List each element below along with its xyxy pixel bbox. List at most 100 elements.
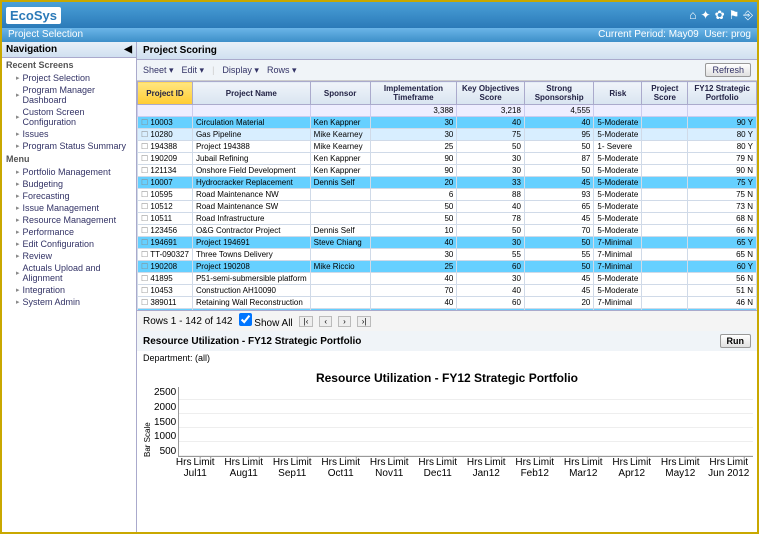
- column-header[interactable]: FY12 Strategic Portfolio: [688, 82, 757, 105]
- table-row[interactable]: 190209Jubail RefiningKen Kappner9030875-…: [138, 153, 757, 165]
- y-axis-label: Bar Scale: [141, 387, 154, 457]
- recent-list: Project SelectionProgram Manager Dashboa…: [2, 72, 136, 152]
- table-row[interactable]: 10007Hydrocracker ReplacementDennis Self…: [138, 177, 757, 189]
- app-header: EcoSys ⌂ ✦ ✿ ⚑ ⎆: [2, 2, 757, 28]
- pager-next[interactable]: ›: [338, 316, 351, 327]
- gear-icon[interactable]: ✿: [715, 8, 725, 23]
- show-all-checkbox[interactable]: Show All: [239, 313, 293, 329]
- column-header[interactable]: Strong Sponsorship: [524, 82, 593, 105]
- recent-screens-label: Recent Screens: [2, 58, 136, 72]
- app-subheader: Project Selection Current Period: May09 …: [2, 28, 757, 42]
- x-axis-labels: HrsLimitJul11HrsLimitAug11HrsLimitSep11H…: [141, 457, 753, 479]
- grid-toolbar: Sheet ▾ Edit ▾ | Display ▾ Rows ▾ Refres…: [137, 60, 757, 81]
- table-row[interactable]: 123456O&G Contractor ProjectDennis Self1…: [138, 225, 757, 237]
- chevron-left-icon[interactable]: ◀: [124, 44, 132, 55]
- pager-last[interactable]: ›|: [357, 316, 372, 327]
- id-cell: 10453: [138, 285, 193, 297]
- table-row[interactable]: 389011Retaining Wall Reconstruction40602…: [138, 297, 757, 309]
- id-cell: 389011: [138, 297, 193, 309]
- util-header: Resource Utilization - FY12 Strategic Po…: [137, 331, 757, 351]
- y-axis-ticks: 2500200015001000500: [154, 387, 178, 457]
- close-icon[interactable]: ⎆: [743, 8, 753, 23]
- table-row[interactable]: 10003Circulation MaterialKen Kappner3040…: [138, 117, 757, 129]
- id-cell: 10512: [138, 201, 193, 213]
- id-cell: 194388: [138, 141, 193, 153]
- nav-item[interactable]: Actuals Upload and Alignment: [2, 262, 136, 284]
- pager-first[interactable]: |‹: [299, 316, 314, 327]
- current-period: Current Period: May09: [598, 29, 699, 40]
- help-icon[interactable]: ⚑: [729, 8, 740, 23]
- table-row[interactable]: 190208Project 190208Mike Riccio2560507-M…: [138, 261, 757, 273]
- nav-item[interactable]: Review: [2, 250, 136, 262]
- table-row[interactable]: 10595Road Maintenance NW688935-Moderate7…: [138, 189, 757, 201]
- nav-item[interactable]: Custom Screen Configuration: [2, 106, 136, 128]
- nav-item[interactable]: Resource Management: [2, 214, 136, 226]
- column-header[interactable]: Sponsor: [310, 82, 370, 105]
- header-icons: ⌂ ✦ ✿ ⚑ ⎆: [689, 8, 753, 23]
- id-cell: 123456: [138, 225, 193, 237]
- column-header[interactable]: Implementation Timeframe: [370, 82, 457, 105]
- refresh-button[interactable]: Refresh: [705, 63, 751, 77]
- chart-bars: [178, 387, 753, 457]
- sheet-menu[interactable]: Sheet ▾: [143, 65, 174, 76]
- table-row[interactable]: 121134Onshore Field DevelopmentKen Kappn…: [138, 165, 757, 177]
- nav-item[interactable]: Performance: [2, 226, 136, 238]
- id-cell: 10007: [138, 177, 193, 189]
- column-header[interactable]: Risk: [594, 82, 642, 105]
- id-cell: 194691: [138, 237, 193, 249]
- id-cell: 10003: [138, 117, 193, 129]
- table-row[interactable]: 194388Project 194388Mike Kearney2550501-…: [138, 141, 757, 153]
- column-header[interactable]: Project Name: [192, 82, 310, 105]
- nav-item[interactable]: Forecasting: [2, 190, 136, 202]
- resource-chart: Resource Utilization - FY12 Strategic Po…: [137, 365, 757, 532]
- project-grid[interactable]: Project IDProject NameSponsorImplementat…: [137, 81, 757, 311]
- nav-item[interactable]: Issue Management: [2, 202, 136, 214]
- run-button[interactable]: Run: [720, 334, 752, 348]
- column-header[interactable]: Key Objectives Score: [457, 82, 525, 105]
- tools-icon[interactable]: ✦: [701, 8, 711, 23]
- subtitle: Project Selection: [8, 29, 83, 41]
- panel-title: Project Scoring: [137, 42, 757, 60]
- id-cell: 10511: [138, 213, 193, 225]
- pager-prev[interactable]: ‹: [319, 316, 332, 327]
- nav-item[interactable]: Project Selection: [2, 72, 136, 84]
- column-headers: Project IDProject NameSponsorImplementat…: [138, 82, 757, 105]
- nav-item[interactable]: System Admin: [2, 296, 136, 308]
- display-menu[interactable]: Display ▾: [222, 65, 259, 76]
- id-cell: 190209: [138, 153, 193, 165]
- home-icon[interactable]: ⌂: [689, 8, 696, 23]
- app-logo: EcoSys: [6, 7, 61, 24]
- pager-text: Rows 1 - 142 of 142: [143, 316, 233, 327]
- menu-label: Menu: [2, 152, 136, 166]
- nav-item[interactable]: Program Status Summary: [2, 140, 136, 152]
- id-cell: 41895: [138, 273, 193, 285]
- nav-item[interactable]: Portfolio Management: [2, 166, 136, 178]
- current-user: User: prog: [704, 29, 751, 40]
- nav-item[interactable]: Program Manager Dashboard: [2, 84, 136, 106]
- table-row[interactable]: TT-090327Three Towns Delivery3055557-Min…: [138, 249, 757, 261]
- column-header[interactable]: Project Score: [642, 82, 688, 105]
- chart-title: Resource Utilization - FY12 Strategic Po…: [316, 371, 578, 385]
- table-row[interactable]: 10512Road Maintenance SW5040655-Moderate…: [138, 201, 757, 213]
- department-filter[interactable]: Department: (all): [137, 351, 757, 365]
- nav-item[interactable]: Issues: [2, 128, 136, 140]
- table-row[interactable]: 10280Gas PipelineMike Kearney3075955-Mod…: [138, 129, 757, 141]
- id-cell: 10280: [138, 129, 193, 141]
- id-cell: 121134: [138, 165, 193, 177]
- table-row[interactable]: 10511Road Infrastructure5078455-Moderate…: [138, 213, 757, 225]
- column-header[interactable]: Project ID: [138, 82, 193, 105]
- table-row[interactable]: 194691Project 194691Steve Chiang4030507-…: [138, 237, 757, 249]
- nav-panel: Navigation◀ Recent Screens Project Selec…: [2, 42, 137, 532]
- edit-menu[interactable]: Edit ▾: [182, 65, 205, 76]
- menu-list: Portfolio ManagementBudgetingForecasting…: [2, 166, 136, 308]
- nav-item[interactable]: Budgeting: [2, 178, 136, 190]
- table-row[interactable]: 41895P51-semi-submersible platform403045…: [138, 273, 757, 285]
- id-cell: TT-090327: [138, 249, 193, 261]
- pager: Rows 1 - 142 of 142 Show All |‹ ‹ › ›|: [137, 311, 757, 331]
- nav-item[interactable]: Integration: [2, 284, 136, 296]
- nav-header[interactable]: Navigation◀: [2, 42, 136, 58]
- nav-item[interactable]: Edit Configuration: [2, 238, 136, 250]
- rows-menu[interactable]: Rows ▾: [267, 65, 297, 76]
- id-cell: 10595: [138, 189, 193, 201]
- table-row[interactable]: 10453Construction AH100907040455-Moderat…: [138, 285, 757, 297]
